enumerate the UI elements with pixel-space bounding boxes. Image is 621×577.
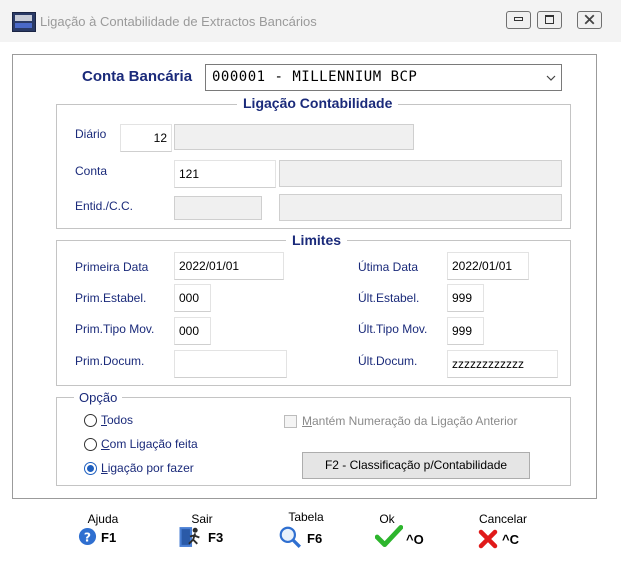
limites-legend: Limites (286, 232, 348, 248)
radio-todos-circle (84, 414, 97, 427)
prim-docum-field[interactable] (174, 350, 287, 378)
radio-ligacao-por-fazer-label: Ligação por fazer (101, 461, 194, 475)
primeira-data-label: Primeira Data (75, 260, 149, 274)
conta-bancaria-value: 000001 - MILLENNIUM BCP (212, 69, 418, 85)
ultima-data-field[interactable]: 2022/01/01 (447, 252, 529, 280)
close-button[interactable] (577, 11, 602, 29)
cancel-x-icon (478, 529, 498, 549)
ligacao-legend: Ligação Contabilidade (237, 95, 399, 111)
conta-bancaria-select[interactable]: 000001 - MILLENNIUM BCP (205, 64, 562, 91)
mantem-checkbox-box (284, 415, 297, 428)
prim-tipo-field[interactable]: 000 (174, 317, 211, 345)
cancelar-button[interactable]: Cancelar ^C (470, 512, 550, 560)
minimize-icon (514, 17, 523, 21)
cancelar-label: Cancelar (478, 512, 528, 526)
primeira-data-field[interactable]: 2022/01/01 (174, 252, 284, 280)
entid-field[interactable] (174, 196, 262, 220)
radio-com-ligacao-circle (84, 438, 97, 451)
ult-tipo-field[interactable]: 999 (447, 317, 484, 345)
maximize-button[interactable] (537, 11, 562, 29)
ult-docum-field[interactable]: zzzzzzzzzzzz (447, 350, 558, 378)
svg-text:?: ? (84, 530, 91, 544)
cancelar-key: ^C (502, 532, 519, 547)
app-logo-icon (12, 12, 36, 32)
prim-estabel-field[interactable]: 000 (174, 284, 211, 312)
maximize-icon (545, 15, 554, 24)
window-title: Ligação à Contabilidade de Extractos Ban… (40, 14, 317, 29)
entid-description (279, 194, 562, 221)
diario-label: Diário (75, 127, 107, 141)
conta-field[interactable]: 121 (174, 160, 276, 188)
ult-estabel-field[interactable]: 999 (447, 284, 484, 312)
ult-tipo-label: Últ.Tipo Mov. (358, 322, 428, 336)
radio-com-ligacao-label: Com Ligação feita (101, 437, 198, 451)
conta-bancaria-label: Conta Bancária (82, 68, 193, 85)
chevron-down-icon (546, 75, 556, 81)
magnifier-icon (279, 526, 301, 548)
ok-key: ^O (406, 532, 424, 547)
ultima-data-label: Útima Data (358, 260, 419, 274)
diario-description (174, 124, 414, 150)
prim-docum-label: Prim.Docum. (75, 354, 145, 368)
tabela-key: F6 (307, 531, 323, 546)
help-icon: ? (78, 527, 97, 546)
close-icon (584, 14, 595, 25)
ajuda-label: Ajuda (87, 512, 119, 526)
conta-description (279, 160, 562, 187)
f2-classificacao-button[interactable]: F2 - Classificação p/Contabilidade (302, 452, 530, 479)
checkmark-icon (375, 524, 403, 548)
minimize-button[interactable] (506, 11, 531, 29)
tabela-label: Tabela (288, 510, 324, 524)
sair-button[interactable]: Sair F3 (176, 512, 246, 560)
radio-todos-label: Todos (101, 413, 134, 427)
mantem-checkbox-label: Mantém Numeração da Ligação Anterior (302, 414, 518, 428)
prim-tipo-label: Prim.Tipo Mov. (75, 322, 155, 336)
prim-estabel-label: Prim.Estabel. (75, 291, 147, 305)
tabela-button[interactable]: Tabela F6 (276, 510, 346, 560)
conta-label: Conta (75, 164, 108, 178)
entid-label: Entid./C.C. (75, 199, 134, 213)
radio-ligacao-por-fazer-circle (84, 462, 97, 475)
ok-button[interactable]: Ok ^O (372, 512, 442, 560)
ult-estabel-label: Últ.Estabel. (358, 291, 420, 305)
ult-docum-label: Últ.Docum. (358, 354, 418, 368)
ajuda-key: F1 (101, 530, 117, 545)
diario-field[interactable]: 12 (120, 124, 172, 152)
sair-label: Sair (191, 512, 213, 526)
ajuda-button[interactable]: Ajuda ? F1 (68, 512, 138, 560)
exit-icon (179, 527, 200, 547)
sair-key: F3 (208, 530, 224, 545)
opcao-legend: Opção (74, 390, 123, 405)
